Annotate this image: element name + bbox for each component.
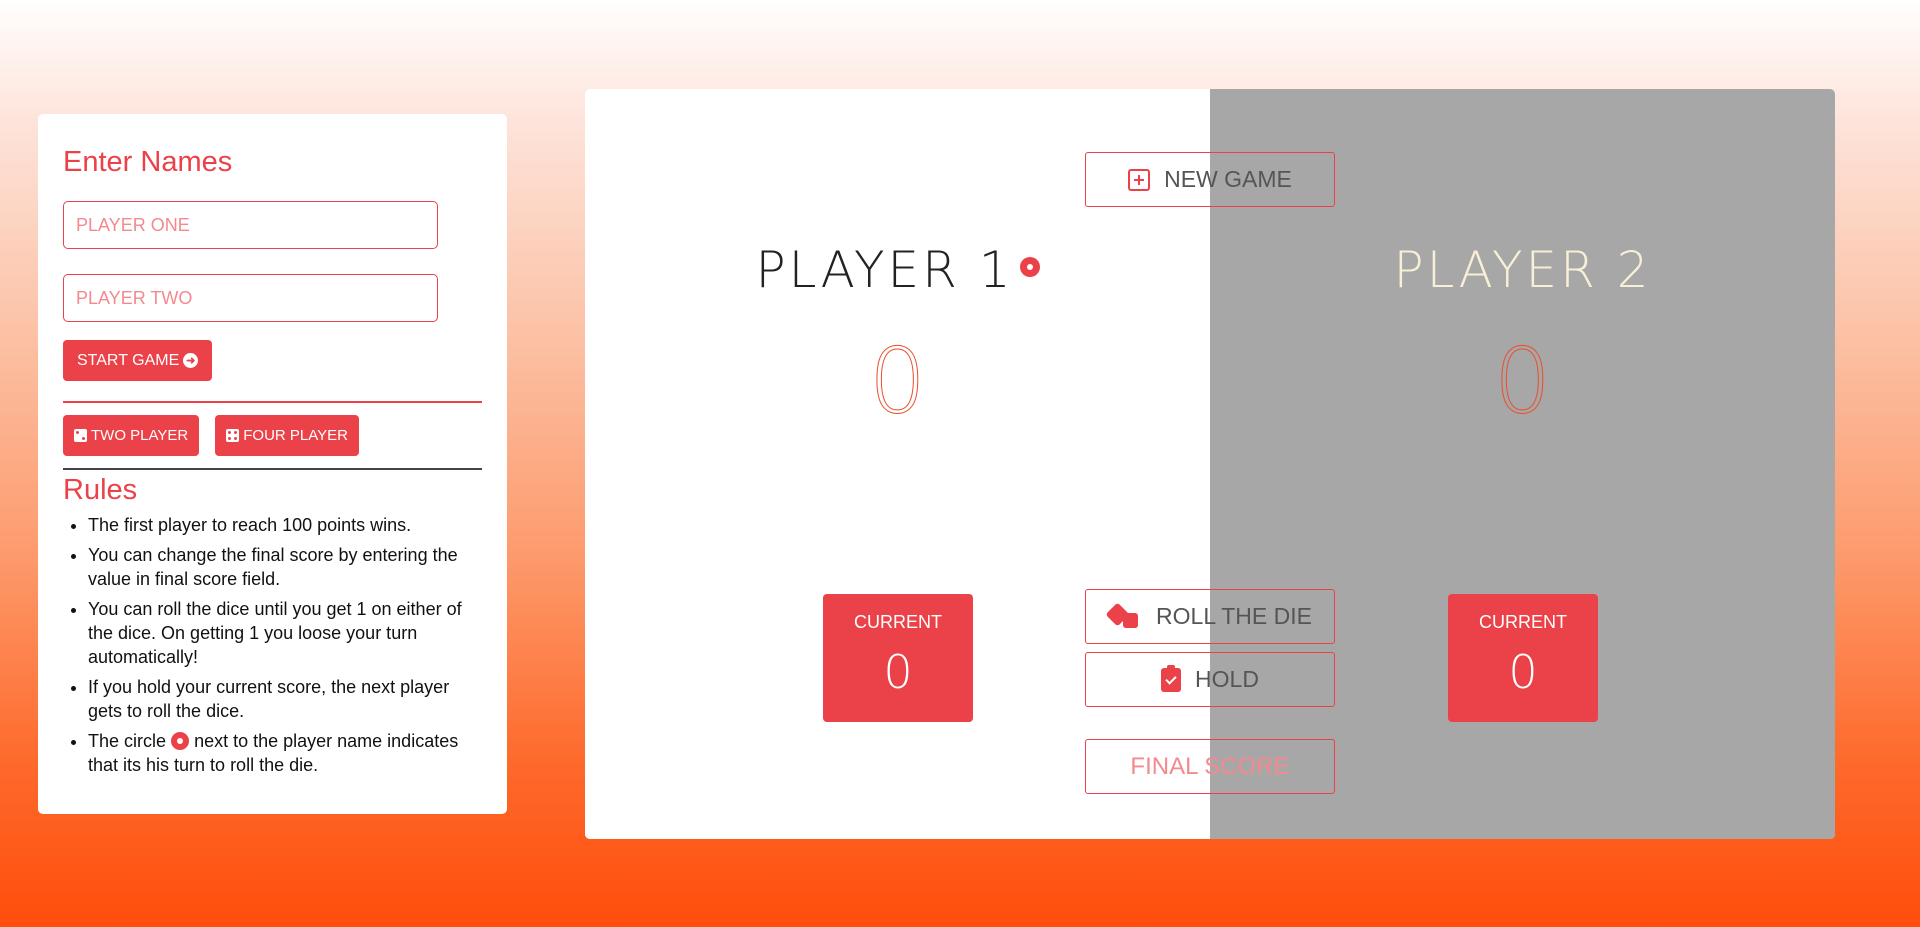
- plus-square-icon: [1128, 168, 1151, 191]
- game-board: PLAYER 1 0 CURRENT 0 PLAYER 2 0 CURRENT …: [585, 89, 1835, 839]
- clipboard-check-icon: [1161, 664, 1182, 692]
- player-1-name-row: PLAYER 1: [585, 241, 1210, 299]
- divider: [63, 468, 482, 470]
- two-player-label: TWO PLAYER: [91, 427, 189, 444]
- setup-panel: Enter Names START GAME ➜ TWO PLAYER FOUR…: [38, 114, 507, 814]
- start-game-label: START GAME: [77, 351, 180, 369]
- hold-label: HOLD: [1195, 666, 1259, 692]
- player-2-score: 0: [1493, 329, 1552, 435]
- rule-item: You can roll the dice until you get 1 on…: [88, 597, 482, 669]
- mode-selector: TWO PLAYER FOUR PLAYER: [63, 415, 482, 456]
- player-1-current-box: CURRENT 0: [823, 594, 973, 722]
- rule-item: You can change the final score by enteri…: [88, 543, 482, 591]
- current-label: CURRENT: [854, 612, 942, 632]
- rule-item: If you hold your current score, the next…: [88, 675, 482, 723]
- divider: [63, 401, 482, 403]
- rule-item: The first player to reach 100 points win…: [88, 513, 482, 537]
- roll-die-label: ROLL THE DIE: [1156, 603, 1312, 629]
- player-one-input[interactable]: [63, 201, 438, 249]
- current-label: CURRENT: [1479, 612, 1567, 632]
- player-1-current-value: 0: [883, 645, 913, 699]
- start-game-button[interactable]: START GAME ➜: [63, 340, 213, 381]
- player-1-name: PLAYER 1: [755, 241, 1014, 299]
- new-game-label: NEW GAME: [1164, 166, 1292, 192]
- final-score-field[interactable]: FINAL SCORE: [1085, 739, 1335, 794]
- two-player-button[interactable]: TWO PLAYER: [63, 415, 200, 456]
- active-turn-icon: [1019, 257, 1040, 277]
- player-two-input[interactable]: [63, 274, 438, 322]
- rule-item: The circle next to the player name indic…: [88, 729, 482, 777]
- dice-four-icon: [226, 429, 240, 442]
- player-1-score: 0: [868, 329, 927, 435]
- dice-icon: [1105, 601, 1142, 630]
- four-player-label: FOUR PLAYER: [243, 427, 348, 444]
- final-score-placeholder: FINAL SCORE: [1130, 752, 1290, 780]
- hold-button[interactable]: HOLD: [1085, 652, 1335, 707]
- roll-die-button[interactable]: ROLL THE DIE: [1085, 589, 1335, 644]
- new-game-button[interactable]: NEW GAME: [1085, 152, 1335, 207]
- player-2-name-row: PLAYER 2: [1210, 241, 1835, 299]
- four-player-button[interactable]: FOUR PLAYER: [215, 415, 359, 456]
- enter-names-heading: Enter Names: [63, 146, 233, 178]
- arrow-right-circle-icon: ➜: [183, 353, 199, 368]
- player-2-name: PLAYER 2: [1393, 241, 1652, 299]
- player-2-current-value: 0: [1508, 645, 1538, 699]
- rules-list: The first player to reach 100 points win…: [63, 513, 482, 777]
- rule-text-before: The circle: [88, 731, 167, 751]
- rules-heading: Rules: [63, 474, 138, 506]
- dice-two-icon: [74, 429, 87, 442]
- player-2-current-box: CURRENT 0: [1448, 594, 1598, 722]
- active-turn-indicator-icon: [171, 732, 190, 750]
